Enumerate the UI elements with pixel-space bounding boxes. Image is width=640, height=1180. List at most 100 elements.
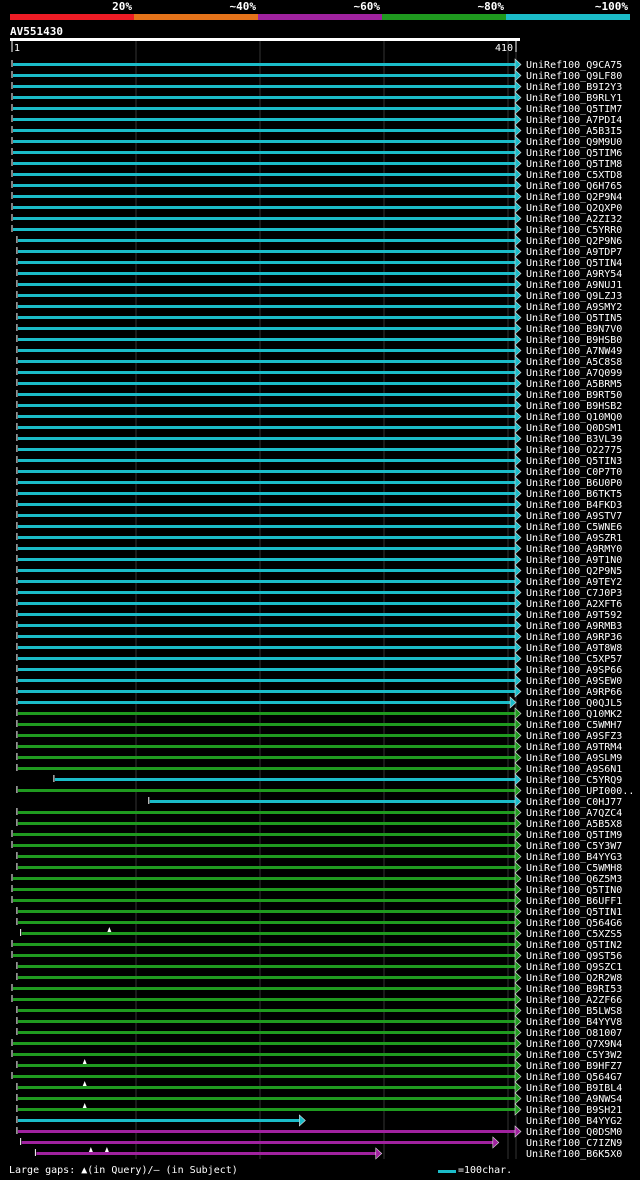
- hit-bar: [17, 448, 515, 451]
- hit-arrow-icon: [514, 377, 522, 390]
- hit-arrow-icon: [514, 872, 522, 885]
- hit-name-label: UniRef100_A9STV7: [526, 511, 622, 522]
- hit-name-label: UniRef100_A9SEW0: [526, 676, 622, 687]
- hit-bar: [13, 1075, 515, 1078]
- hit-arrow-icon: [514, 234, 522, 247]
- hit-name-label: UniRef100_C7IZN9: [526, 1138, 622, 1149]
- query-gap-marker-icon: [82, 1103, 87, 1108]
- hit-bar: [13, 96, 515, 99]
- hit-bar: [13, 118, 515, 121]
- hit-arrow-icon: [514, 883, 522, 896]
- hit-arrow-icon: [514, 179, 522, 192]
- hit-arrow-icon: [514, 982, 522, 995]
- hit-arrow-icon: [514, 806, 522, 819]
- hit-bar: [17, 921, 515, 924]
- hit-bar: [17, 679, 515, 682]
- hit-arrow-icon: [514, 212, 522, 225]
- hit-bar: [17, 965, 515, 968]
- hit-arrow-icon: [514, 421, 522, 434]
- hit-name-label: UniRef100_Q9ST56: [526, 951, 622, 962]
- hit-name-label: UniRef100_C5YRQ9: [526, 775, 622, 786]
- hit-bar: [13, 162, 515, 165]
- hit-name-label: UniRef100_B4FKD3: [526, 500, 622, 511]
- hit-bar: [17, 250, 515, 253]
- hit-name-label: UniRef100_A7NW49: [526, 346, 622, 357]
- hit-name-label: UniRef100_Q9SZC1: [526, 962, 622, 973]
- hit-arrow-icon: [514, 410, 522, 423]
- query-gap-marker-icon: [82, 1081, 87, 1086]
- hit-arrow-icon: [514, 135, 522, 148]
- hit-arrow-icon: [514, 465, 522, 478]
- hit-bar: [17, 712, 515, 715]
- hit-arrow-icon: [514, 311, 522, 324]
- ruler-start-label: 1: [14, 43, 20, 54]
- hit-arrow-icon: [514, 256, 522, 269]
- hit-name-label: UniRef100_Q5TIN0: [526, 885, 622, 896]
- hit-bar: [17, 602, 515, 605]
- hit-arrow-icon: [514, 564, 522, 577]
- hit-bar: [21, 932, 516, 935]
- hit-arrow-icon: [514, 1070, 522, 1083]
- hit-bar: [21, 1141, 493, 1144]
- hit-bar: [17, 382, 515, 385]
- hit-bar: [17, 811, 515, 814]
- hit-name-label: UniRef100_A7QZC4: [526, 808, 622, 819]
- hit-bar: [13, 899, 515, 902]
- hit-bar: [17, 635, 515, 638]
- hit-name-label: UniRef100_A9RP66: [526, 687, 622, 698]
- hit-name-label: UniRef100_A9TDP7: [526, 247, 622, 258]
- hit-arrow-icon: [514, 960, 522, 973]
- hit-bar: [17, 239, 515, 242]
- hit-bar: [13, 888, 515, 891]
- hit-arrow-icon: [514, 366, 522, 379]
- hit-name-label: UniRef100_Q5TIM7: [526, 104, 622, 115]
- ruler-end-label: 410: [495, 43, 513, 54]
- hit-bar: [17, 404, 515, 407]
- hit-arrow-icon: [514, 498, 522, 511]
- hit-bar: [17, 558, 515, 561]
- legend-color-1: [10, 14, 134, 20]
- hit-name-label: UniRef100_B5LWS8: [526, 1006, 622, 1017]
- hit-arrow-icon: [514, 949, 522, 962]
- hit-bar: [17, 1009, 515, 1012]
- hit-name-label: UniRef100_A9S6N1: [526, 764, 622, 775]
- hit-bar: [17, 393, 515, 396]
- hit-name-label: UniRef100_A9RMY0: [526, 544, 622, 555]
- hit-name-label: UniRef100_C5XP57: [526, 654, 622, 665]
- query-ruler: [10, 38, 520, 41]
- hit-bar: [17, 415, 515, 418]
- hit-name-label: UniRef100_A9RMB3: [526, 621, 622, 632]
- hit-name-label: UniRef100_B3VL39: [526, 434, 622, 445]
- hit-name-label: UniRef100_B9HSB0: [526, 335, 622, 346]
- hit-bar: [17, 294, 515, 297]
- hit-arrow-icon: [514, 300, 522, 313]
- hit-arrow-icon: [514, 146, 522, 159]
- hit-arrow-icon: [514, 1103, 522, 1116]
- query-gap-marker-icon: [82, 1059, 87, 1064]
- hit-bar: [17, 547, 515, 550]
- hit-name-label: UniRef100_C7J0P3: [526, 588, 622, 599]
- hit-arrow-icon: [514, 729, 522, 742]
- hit-name-label: UniRef100_A9SMY2: [526, 302, 622, 313]
- hit-arrow-icon: [492, 1136, 500, 1149]
- hit-bar: [13, 844, 515, 847]
- hit-name-label: UniRef100_UPI000..: [526, 786, 634, 797]
- hit-bar: [13, 228, 515, 231]
- hit-bar: [17, 283, 515, 286]
- hit-name-label: UniRef100_Q6Z5M3: [526, 874, 622, 885]
- hit-name-label: UniRef100_Q5TIN1: [526, 907, 622, 918]
- hit-bar: [13, 943, 515, 946]
- hit-bar: [13, 140, 515, 143]
- hit-name-label: UniRef100_Q9CA75: [526, 60, 622, 71]
- hit-arrow-icon: [514, 641, 522, 654]
- hit-arrow-icon: [514, 443, 522, 456]
- hit-arrow-icon: [514, 157, 522, 170]
- hit-name-label: UniRef100_A2XFT6: [526, 599, 622, 610]
- hit-arrow-icon: [514, 333, 522, 346]
- hit-name-label: UniRef100_B9RLY1: [526, 93, 622, 104]
- hit-bar: [17, 646, 515, 649]
- hit-arrow-icon: [514, 245, 522, 258]
- hit-name-label: UniRef100_C5XZS5: [526, 929, 622, 940]
- hit-arrow-icon: [514, 278, 522, 291]
- hit-bar: [17, 855, 515, 858]
